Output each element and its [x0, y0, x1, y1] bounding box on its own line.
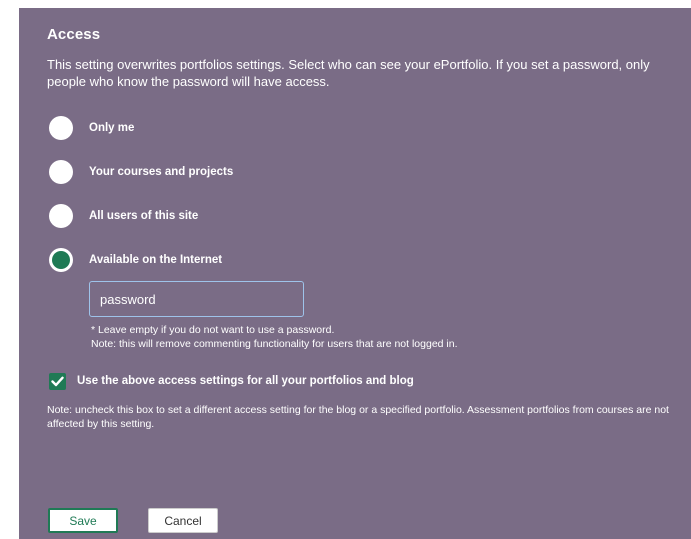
radio-option-courses-projects[interactable]: Your courses and projects — [49, 159, 233, 185]
radio-label: All users of this site — [89, 210, 199, 222]
save-button[interactable]: Save — [48, 508, 118, 533]
password-hint: * Leave empty if you do not want to use … — [91, 324, 458, 351]
radio-button-selected[interactable] — [49, 248, 73, 272]
apply-all-label: Use the above access settings for all yo… — [77, 375, 414, 387]
radio-selected-dot — [52, 251, 70, 269]
radio-label: Your courses and projects — [89, 166, 234, 178]
password-hint-line-1: * Leave empty if you do not want to use … — [91, 324, 335, 336]
radio-button[interactable] — [49, 116, 73, 140]
radio-label: Available on the Internet — [89, 254, 223, 266]
radio-label: Only me — [89, 122, 135, 134]
access-settings-panel: Access This setting overwrites portfolio… — [19, 8, 691, 539]
radio-option-internet[interactable]: Available on the Internet — [49, 247, 222, 273]
cancel-button[interactable]: Cancel — [148, 508, 218, 533]
section-description: This setting overwrites portfolios setti… — [47, 57, 650, 89]
apply-all-note: Note: uncheck this box to set a differen… — [47, 404, 669, 430]
apply-all-checkbox[interactable] — [49, 372, 66, 390]
radio-button[interactable] — [49, 160, 73, 184]
password-hint-line-2: Note: this will remove commenting functi… — [91, 337, 458, 350]
apply-all-checkbox-row[interactable]: Use the above access settings for all yo… — [49, 372, 414, 390]
section-title: Access — [47, 26, 101, 43]
radio-option-only-me[interactable]: Only me — [49, 115, 134, 141]
radio-option-all-users[interactable]: All users of this site — [49, 203, 198, 229]
password-input[interactable] — [89, 281, 304, 317]
checkmark-icon — [51, 376, 64, 386]
radio-button[interactable] — [49, 204, 73, 228]
